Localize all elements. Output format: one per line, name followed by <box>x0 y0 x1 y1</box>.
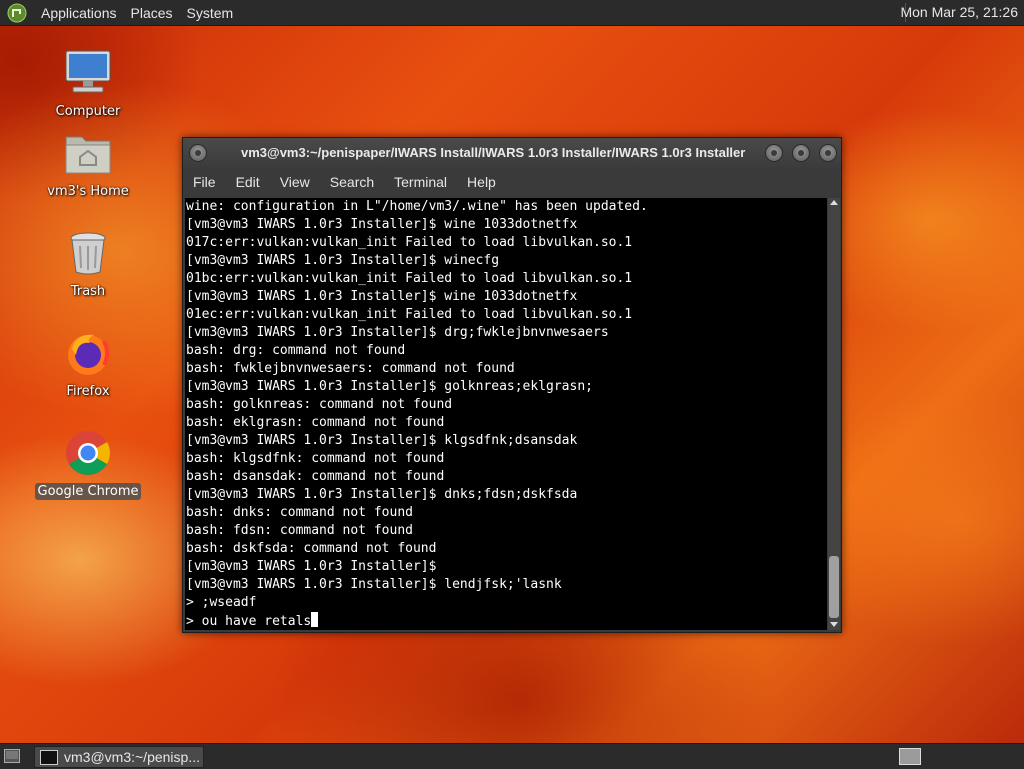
terminal-menubar: File Edit View Search Terminal Help <box>183 168 841 196</box>
chrome-icon <box>60 425 116 481</box>
clock[interactable]: Mon Mar 25, 21:26 <box>900 4 1018 20</box>
terminal-line: [vm3@vm3 IWARS 1.0r3 Installer]$ drg;fwk… <box>186 325 609 340</box>
minimize-button[interactable] <box>765 144 783 162</box>
terminal-line: wine: configuration in L"/home/vm3/.wine… <box>186 199 648 214</box>
terminal-line: bash: klgsdfnk: command not found <box>186 451 445 466</box>
desktop-icon-label: Trash <box>70 284 106 299</box>
scrollbar-thumb[interactable] <box>829 556 839 618</box>
desktop-icon-firefox[interactable]: Firefox <box>33 325 143 400</box>
show-desktop-icon[interactable] <box>4 749 20 763</box>
terminal-scrollbar[interactable] <box>828 198 840 630</box>
menu-help[interactable]: Help <box>457 174 506 190</box>
desktop-icon-chrome[interactable]: Google Chrome <box>33 425 143 500</box>
bottom-panel: vm3@vm3:~/penisp... <box>0 743 1024 769</box>
terminal-line: bash: fdsn: command not found <box>186 523 413 538</box>
terminal-line: [vm3@vm3 IWARS 1.0r3 Installer]$ winecfg <box>186 253 500 268</box>
taskbar-item-label: vm3@vm3:~/penisp... <box>64 749 200 765</box>
terminal-line: bash: eklgrasn: command not found <box>186 415 445 430</box>
terminal-icon <box>40 749 58 765</box>
menu-view[interactable]: View <box>270 174 320 190</box>
terminal-line: [vm3@vm3 IWARS 1.0r3 Installer]$ golknre… <box>186 379 593 394</box>
text-cursor <box>311 612 319 627</box>
desktop-icon-trash[interactable]: Trash <box>33 225 143 300</box>
scroll-up-arrow-icon[interactable] <box>830 200 838 205</box>
menu-search[interactable]: Search <box>320 174 384 190</box>
terminal-window[interactable]: vm3@vm3:~/penispaper/IWARS Install/IWARS… <box>182 137 842 633</box>
terminal-current-line: > ou have retals <box>185 612 827 630</box>
terminal-line: [vm3@vm3 IWARS 1.0r3 Installer]$ wine 10… <box>186 217 578 232</box>
desktop-icon-computer[interactable]: Computer <box>33 45 143 120</box>
terminal-line: bash: drg: command not found <box>186 343 406 358</box>
desktop-icon-label: Firefox <box>66 384 110 399</box>
taskbar-terminal-button[interactable]: vm3@vm3:~/penisp... <box>34 746 204 768</box>
desktop-icon-home[interactable]: vm3's Home <box>33 125 143 200</box>
terminal-line: [vm3@vm3 IWARS 1.0r3 Installer]$ lendjfs… <box>186 577 562 592</box>
window-menu-button[interactable] <box>189 144 207 162</box>
terminal-line: > ;wseadf <box>186 595 257 610</box>
desktop-icon-label: vm3's Home <box>47 184 129 199</box>
places-menu[interactable]: Places <box>124 5 180 21</box>
workspace-switcher[interactable] <box>899 748 921 765</box>
terminal-line: bash: dsansdak: command not found <box>186 469 445 484</box>
terminal-line: [vm3@vm3 IWARS 1.0r3 Installer]$ dnks;fd… <box>186 487 578 502</box>
computer-icon <box>60 45 116 101</box>
window-titlebar[interactable]: vm3@vm3:~/penispaper/IWARS Install/IWARS… <box>183 138 841 168</box>
menu-edit[interactable]: Edit <box>226 174 270 190</box>
terminal-output[interactable]: wine: configuration in L"/home/vm3/.wine… <box>185 198 827 630</box>
desktop-icon-label: Google Chrome <box>34 483 142 500</box>
home-folder-icon <box>60 125 116 181</box>
desktop-icon-label: Computer <box>55 104 121 119</box>
menu-file[interactable]: File <box>183 174 226 190</box>
menu-terminal[interactable]: Terminal <box>384 174 457 190</box>
system-menu[interactable]: System <box>180 5 241 21</box>
terminal-line: [vm3@vm3 IWARS 1.0r3 Installer]$ <box>186 559 437 574</box>
firefox-icon <box>60 325 116 381</box>
mate-logo-icon[interactable] <box>6 2 28 24</box>
close-button[interactable] <box>819 144 837 162</box>
terminal-line: bash: fwklejbnvnwesaers: command not fou… <box>186 361 515 376</box>
terminal-line: 01bc:err:vulkan:vulkan_init Failed to lo… <box>186 271 633 286</box>
terminal-line: bash: golknreas: command not found <box>186 397 453 412</box>
window-title: vm3@vm3:~/penispaper/IWARS Install/IWARS… <box>241 145 746 160</box>
terminal-line: 017c:err:vulkan:vulkan_init Failed to lo… <box>186 235 633 250</box>
terminal-line: [vm3@vm3 IWARS 1.0r3 Installer]$ klgsdfn… <box>186 433 578 448</box>
maximize-button[interactable] <box>792 144 810 162</box>
terminal-line: [vm3@vm3 IWARS 1.0r3 Installer]$ wine 10… <box>186 289 578 304</box>
terminal-line: 01ec:err:vulkan:vulkan_init Failed to lo… <box>186 307 633 322</box>
scroll-down-arrow-icon[interactable] <box>830 622 838 627</box>
trash-icon <box>60 225 116 281</box>
applications-menu[interactable]: Applications <box>34 5 124 21</box>
terminal-line: bash: dskfsda: command not found <box>186 541 437 556</box>
terminal-input-text: > ou have retals <box>186 614 312 629</box>
terminal-line: bash: dnks: command not found <box>186 505 413 520</box>
top-panel: Applications Places System Mon Mar 25, 2… <box>0 0 1024 26</box>
